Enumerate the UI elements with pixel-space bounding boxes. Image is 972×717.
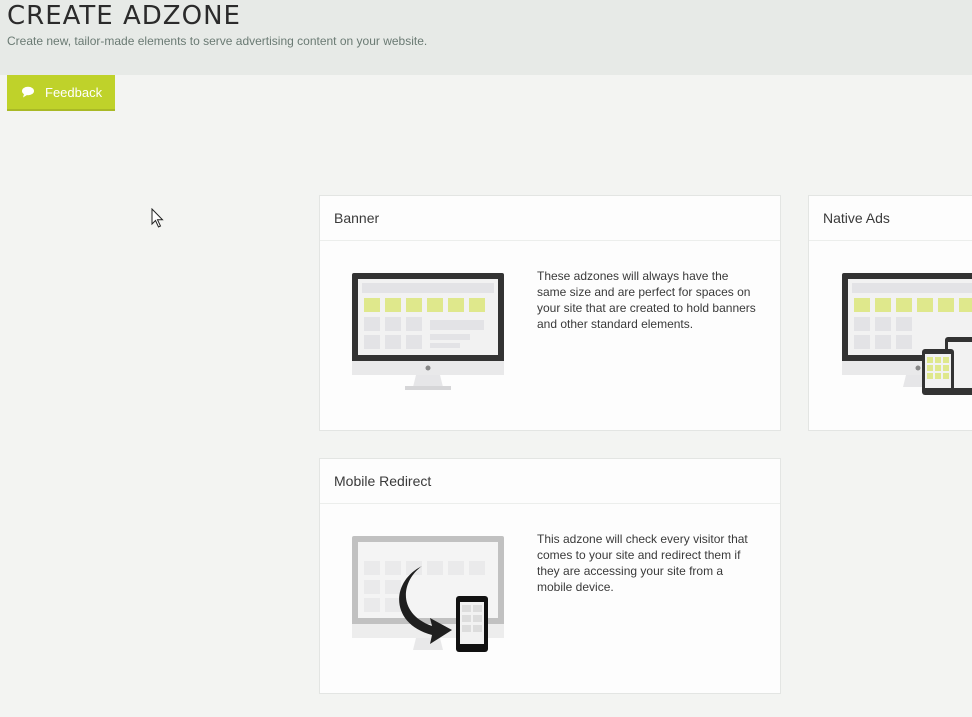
page-header: CREATE ADZONE Create new, tailor-made el… bbox=[0, 0, 972, 75]
mobile-redirect-card[interactable]: Mobile Redirect This adzone will check e… bbox=[319, 458, 781, 694]
speech-bubble-icon bbox=[22, 86, 34, 98]
card-description: This adzone will check every visitor tha… bbox=[537, 532, 748, 594]
card-title: Banner bbox=[320, 196, 780, 241]
desktop-monitor-icon bbox=[352, 273, 504, 390]
card-title: Mobile Redirect bbox=[320, 459, 780, 504]
page-title: CREATE ADZONE bbox=[7, 1, 241, 31]
mobile-redirect-icon bbox=[352, 536, 504, 652]
feedback-label: Feedback bbox=[45, 84, 103, 100]
card-description: These adzones will always have the same … bbox=[537, 269, 756, 331]
feedback-button[interactable]: Feedback bbox=[7, 75, 115, 111]
multi-device-icon bbox=[842, 273, 972, 395]
native-ads-card[interactable]: Native Ads bbox=[808, 195, 972, 431]
mouse-cursor-icon bbox=[151, 208, 164, 228]
card-title: Native Ads bbox=[809, 196, 972, 241]
banner-card[interactable]: Banner These adzones will always have th… bbox=[319, 195, 781, 431]
page-subtitle: Create new, tailor-made elements to serv… bbox=[7, 34, 428, 48]
